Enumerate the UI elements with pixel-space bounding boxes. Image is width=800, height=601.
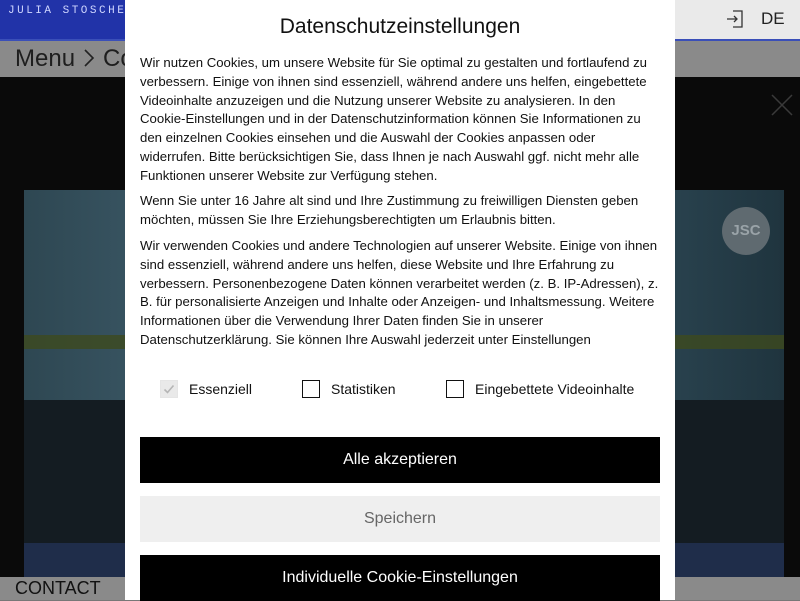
age-notice-paragraph: Wenn Sie unter 16 Jahre alt sind und Ihr…	[140, 193, 639, 227]
intro-paragraph: Wir nutzen Cookies, um unsere Website fü…	[140, 55, 648, 183]
cookie-consent-dialog: Datenschutzeinstellungen Wir nutzen Cook…	[125, 0, 675, 601]
jsc-logo-badge: JSC	[722, 207, 770, 255]
individual-settings-button[interactable]: Individuelle Cookie-Einstellungen	[140, 555, 660, 601]
technology-paragraph: Wir verwenden Cookies und andere Technol…	[140, 238, 659, 347]
dialog-title: Datenschutzeinstellungen	[279, 15, 521, 38]
menu-link[interactable]: Menu	[15, 45, 75, 73]
close-icon[interactable]	[770, 93, 794, 117]
brand-logo[interactable]: JULIA STOSCHEK	[8, 5, 135, 17]
checkbox-video-content-label[interactable]: Eingebettete Videoinhalte	[475, 381, 634, 397]
checkbox-essential-label: Essenziell	[189, 381, 253, 397]
checkbox-video-content[interactable]	[446, 380, 464, 398]
save-button[interactable]: Speichern	[140, 496, 660, 542]
brand-strip: JULIA STOSCHEK	[0, 0, 133, 39]
checkmark-icon	[163, 384, 175, 394]
checkbox-statistics[interactable]	[302, 380, 320, 398]
checkbox-statistics-label[interactable]: Statistiken	[331, 381, 396, 397]
accept-all-button[interactable]: Alle akzeptieren	[140, 437, 660, 483]
contact-link[interactable]: CONTACT	[15, 578, 101, 599]
chevron-right-icon	[84, 49, 95, 67]
login-icon[interactable]	[726, 10, 744, 28]
language-switch[interactable]: DE	[761, 9, 785, 29]
checkbox-essential	[160, 380, 178, 398]
